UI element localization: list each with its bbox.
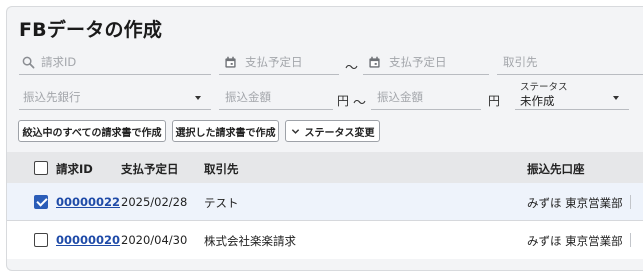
- row-checkbox[interactable]: [34, 195, 48, 209]
- bank-placeholder: 振込先銀行: [23, 90, 81, 104]
- amount-unit-label: 円: [337, 94, 350, 108]
- amount-max-placeholder: 振込金額: [377, 90, 423, 104]
- select-all-checkbox[interactable]: [34, 161, 48, 175]
- column-divider: [630, 233, 631, 247]
- column-header-invoice-id[interactable]: 請求ID: [56, 161, 93, 177]
- due-date-to-field[interactable]: 支払予定日: [363, 51, 489, 75]
- calendar-icon: [369, 56, 380, 68]
- column-header-due-date[interactable]: 支払予定日: [121, 161, 179, 177]
- create-from-all-filtered-button[interactable]: 絞込中のすべての請求書で作成: [18, 120, 166, 142]
- due-date-to-placeholder: 支払予定日: [389, 55, 447, 69]
- vendor-cell: 株式会社楽楽請求: [204, 234, 296, 248]
- calendar-icon: [225, 56, 236, 68]
- account-cell: みずほ 東京営業部: [527, 196, 623, 210]
- column-divider: [630, 195, 631, 209]
- column-header-account[interactable]: 振込先口座: [527, 161, 585, 177]
- invoice-id-link[interactable]: 00000020: [56, 233, 120, 247]
- change-status-label: ステータス変更: [304, 127, 375, 139]
- chevron-down-icon: [613, 96, 619, 100]
- fb-data-panel: FBデータの作成 請求ID 支払予定日 ～ 支払予定日 取引先 振込先銀行 振込…: [6, 6, 643, 271]
- create-from-selected-button[interactable]: 選択した請求書で作成: [172, 120, 279, 142]
- invoice-id-link[interactable]: 00000022: [56, 195, 120, 209]
- vendor-cell: テスト: [204, 196, 239, 210]
- amount-min-placeholder: 振込金額: [225, 90, 271, 104]
- amount-min-field[interactable]: 振込金額: [219, 86, 333, 110]
- table-header: 請求ID 支払予定日 取引先 振込先口座: [7, 152, 643, 183]
- page-title: FBデータの作成: [19, 19, 163, 41]
- account-cell: みずほ 東京営業部: [527, 234, 623, 248]
- due-date-from-field[interactable]: 支払予定日: [219, 51, 339, 75]
- column-header-vendor[interactable]: 取引先: [204, 161, 239, 177]
- amount-max-unit: 円: [488, 94, 501, 108]
- vendor-field[interactable]: 取引先: [497, 51, 643, 75]
- bank-select[interactable]: 振込先銀行: [19, 86, 211, 110]
- amount-min-unit: 円: [337, 92, 349, 109]
- invoice-id-field[interactable]: 請求ID: [19, 51, 211, 75]
- chevron-down-icon: [291, 128, 299, 134]
- status-value: 未作成: [520, 94, 555, 108]
- chevron-down-icon: [195, 96, 201, 100]
- due-date-cell: 2020/04/30: [121, 233, 188, 247]
- vendor-placeholder: 取引先: [503, 55, 538, 69]
- amount-range-separator: ～: [353, 96, 367, 111]
- table-row[interactable]: 00000022 2025/02/28 テスト みずほ 東京営業部: [7, 183, 643, 221]
- search-icon: [22, 56, 35, 69]
- status-label: ステータス: [520, 82, 568, 93]
- due-date-cell: 2025/02/28: [121, 195, 188, 209]
- change-status-button[interactable]: ステータス変更: [285, 120, 380, 142]
- row-checkbox[interactable]: [34, 233, 48, 247]
- amount-max-field[interactable]: 振込金額: [371, 86, 481, 110]
- date-range-separator: ～: [345, 61, 359, 76]
- table-row[interactable]: 00000020 2020/04/30 株式会社楽楽請求 みずほ 東京営業部: [7, 221, 643, 259]
- invoice-id-placeholder: 請求ID: [41, 55, 77, 69]
- due-date-from-placeholder: 支払予定日: [245, 55, 303, 69]
